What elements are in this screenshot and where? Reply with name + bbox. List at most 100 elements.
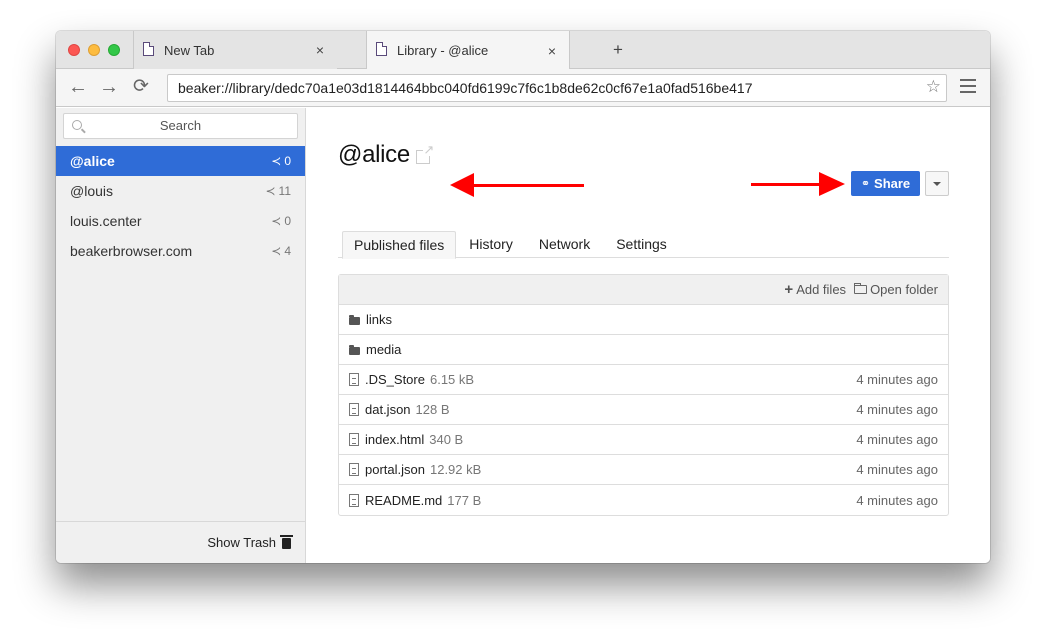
site-list: @alice ≺ 0 @louis ≺ 11 louis.center ≺ 0 bea… xyxy=(56,146,305,266)
navigation-bar: ← → ⟳ beaker://library/dedc70a1e03d18144… xyxy=(56,69,990,107)
file-name: dat.json xyxy=(365,402,411,417)
tab-network[interactable]: Network xyxy=(526,231,603,258)
add-files-label: Add files xyxy=(796,282,847,297)
search-input[interactable]: Search xyxy=(63,113,298,139)
sidebar-item-beakerbrowser[interactable]: beakerbrowser.com ≺ 4 xyxy=(56,236,305,266)
share-button[interactable]: ⚭ Share xyxy=(851,171,920,196)
browser-window: New Tab × Library - @alice × + ← → ⟳ bea… xyxy=(56,31,990,563)
tab-published-files[interactable]: Published files xyxy=(342,231,457,259)
share-icon: ≺ xyxy=(271,214,282,228)
external-link-icon[interactable] xyxy=(415,142,434,164)
show-trash-label: Show Trash xyxy=(207,535,276,550)
close-tab-icon[interactable]: × xyxy=(545,43,559,59)
forward-arrow-icon[interactable]: → xyxy=(98,77,120,99)
file-list-toolbar: + Add files Open folder xyxy=(339,275,948,305)
new-tab-button[interactable]: + xyxy=(611,40,625,60)
close-window-button[interactable] xyxy=(68,44,80,56)
file-row[interactable]: index.html 340 B 4 minutes ago xyxy=(339,425,948,455)
site-title: @alice xyxy=(338,141,410,168)
tab-bar: New Tab × Library - @alice × + xyxy=(56,31,990,70)
share-icon: ≺ xyxy=(271,244,282,258)
peer-count-value: 0 xyxy=(284,154,291,168)
sidebar-item-louis-center[interactable]: louis.center ≺ 0 xyxy=(56,206,305,236)
peer-count-value: 0 xyxy=(284,214,291,228)
file-row[interactable]: dat.json 128 B 4 minutes ago xyxy=(339,395,948,425)
share-icon: ≺ xyxy=(265,184,276,198)
file-row[interactable]: .DS_Store 6.15 kB 4 minutes ago xyxy=(339,365,948,395)
file-row[interactable]: README.md 177 B 4 minutes ago xyxy=(339,485,948,515)
tab-label: New Tab xyxy=(164,42,215,58)
site-name: beakerbrowser.com xyxy=(70,243,193,259)
sidebar-item-alice[interactable]: @alice ≺ 0 xyxy=(56,146,305,176)
file-icon xyxy=(349,373,359,386)
tab-label: Library - @alice xyxy=(397,43,489,58)
page-tabs: Published files History Network Settings xyxy=(338,231,949,259)
file-size: 12.92 kB xyxy=(429,462,482,477)
file-row[interactable]: portal.json 12.92 kB 4 minutes ago xyxy=(339,455,948,485)
file-icon xyxy=(349,433,359,446)
open-folder-label: Open folder xyxy=(870,282,938,297)
folder-icon xyxy=(349,344,360,355)
sidebar-item-louis[interactable]: @louis ≺ 11 xyxy=(56,176,305,206)
site-name: @alice xyxy=(70,153,115,169)
plus-icon: + xyxy=(784,281,794,298)
file-icon xyxy=(349,403,359,416)
folder-open-icon xyxy=(854,283,868,294)
peer-count-value: 11 xyxy=(278,184,291,198)
site-name: louis.center xyxy=(70,213,142,229)
browser-tab-library[interactable]: Library - @alice × xyxy=(366,31,570,70)
show-trash-button[interactable]: Show Trash xyxy=(56,521,305,563)
file-row[interactable]: links xyxy=(339,305,948,335)
file-name: README.md xyxy=(365,492,443,508)
peer-count-value: 4 xyxy=(284,244,291,258)
tab-settings[interactable]: Settings xyxy=(603,231,680,258)
file-size: 340 B xyxy=(429,432,464,447)
file-icon xyxy=(349,463,359,476)
tab-history[interactable]: History xyxy=(456,231,526,258)
main-content: @alice ⚭ Share Published files History N… xyxy=(306,108,990,563)
open-folder-button[interactable]: Open folder xyxy=(854,282,938,297)
search-icon xyxy=(72,120,82,130)
url-input[interactable]: beaker://library/dedc70a1e03d1814464bbc0… xyxy=(167,74,947,102)
annotation-arrow-right xyxy=(751,172,845,196)
reload-icon[interactable]: ⟳ xyxy=(130,77,152,99)
file-name: index.html xyxy=(365,432,425,447)
bookmark-star-icon[interactable]: ☆ xyxy=(926,78,941,95)
url-text: beaker://library/dedc70a1e03d1814464bbc0… xyxy=(178,80,753,96)
hamburger-menu-icon[interactable] xyxy=(960,79,976,97)
file-size: 6.15 kB xyxy=(429,372,475,387)
window-controls xyxy=(68,44,120,56)
file-modified: 4 minutes ago xyxy=(856,432,938,447)
file-size: 128 B xyxy=(415,402,450,417)
file-size: 177 B xyxy=(447,492,482,508)
share-icon: ≺ xyxy=(271,154,282,168)
file-name: links xyxy=(366,312,393,327)
file-modified: 4 minutes ago xyxy=(856,372,938,387)
file-row[interactable]: media xyxy=(339,335,948,365)
add-files-button[interactable]: + Add files xyxy=(784,281,846,298)
page-icon xyxy=(143,42,154,56)
peer-count: ≺ 0 xyxy=(271,214,291,228)
trash-icon xyxy=(280,535,293,549)
back-arrow-icon[interactable]: ← xyxy=(67,77,89,99)
maximize-window-button[interactable] xyxy=(108,44,120,56)
share-dropdown-button[interactable] xyxy=(925,171,949,196)
link-icon: ⚭ xyxy=(860,178,871,190)
page-icon xyxy=(376,42,387,56)
file-name: .DS_Store xyxy=(365,372,425,387)
file-name: portal.json xyxy=(365,462,425,477)
browser-tab-new-tab[interactable]: New Tab × xyxy=(133,31,337,69)
peer-count: ≺ 0 xyxy=(271,154,291,168)
annotation-arrow-left xyxy=(450,173,584,197)
peer-count: ≺ 11 xyxy=(265,184,291,198)
page-title: @alice xyxy=(338,141,434,169)
search-placeholder: Search xyxy=(159,118,202,133)
share-label: Share xyxy=(874,176,911,191)
file-name: media xyxy=(366,342,402,357)
file-icon xyxy=(349,493,359,507)
minimize-window-button[interactable] xyxy=(88,44,100,56)
file-list: + Add files Open folder links media .DS_… xyxy=(338,274,949,516)
file-modified: 4 minutes ago xyxy=(856,402,938,417)
site-name: @louis xyxy=(70,183,114,199)
close-tab-icon[interactable]: × xyxy=(313,42,327,58)
